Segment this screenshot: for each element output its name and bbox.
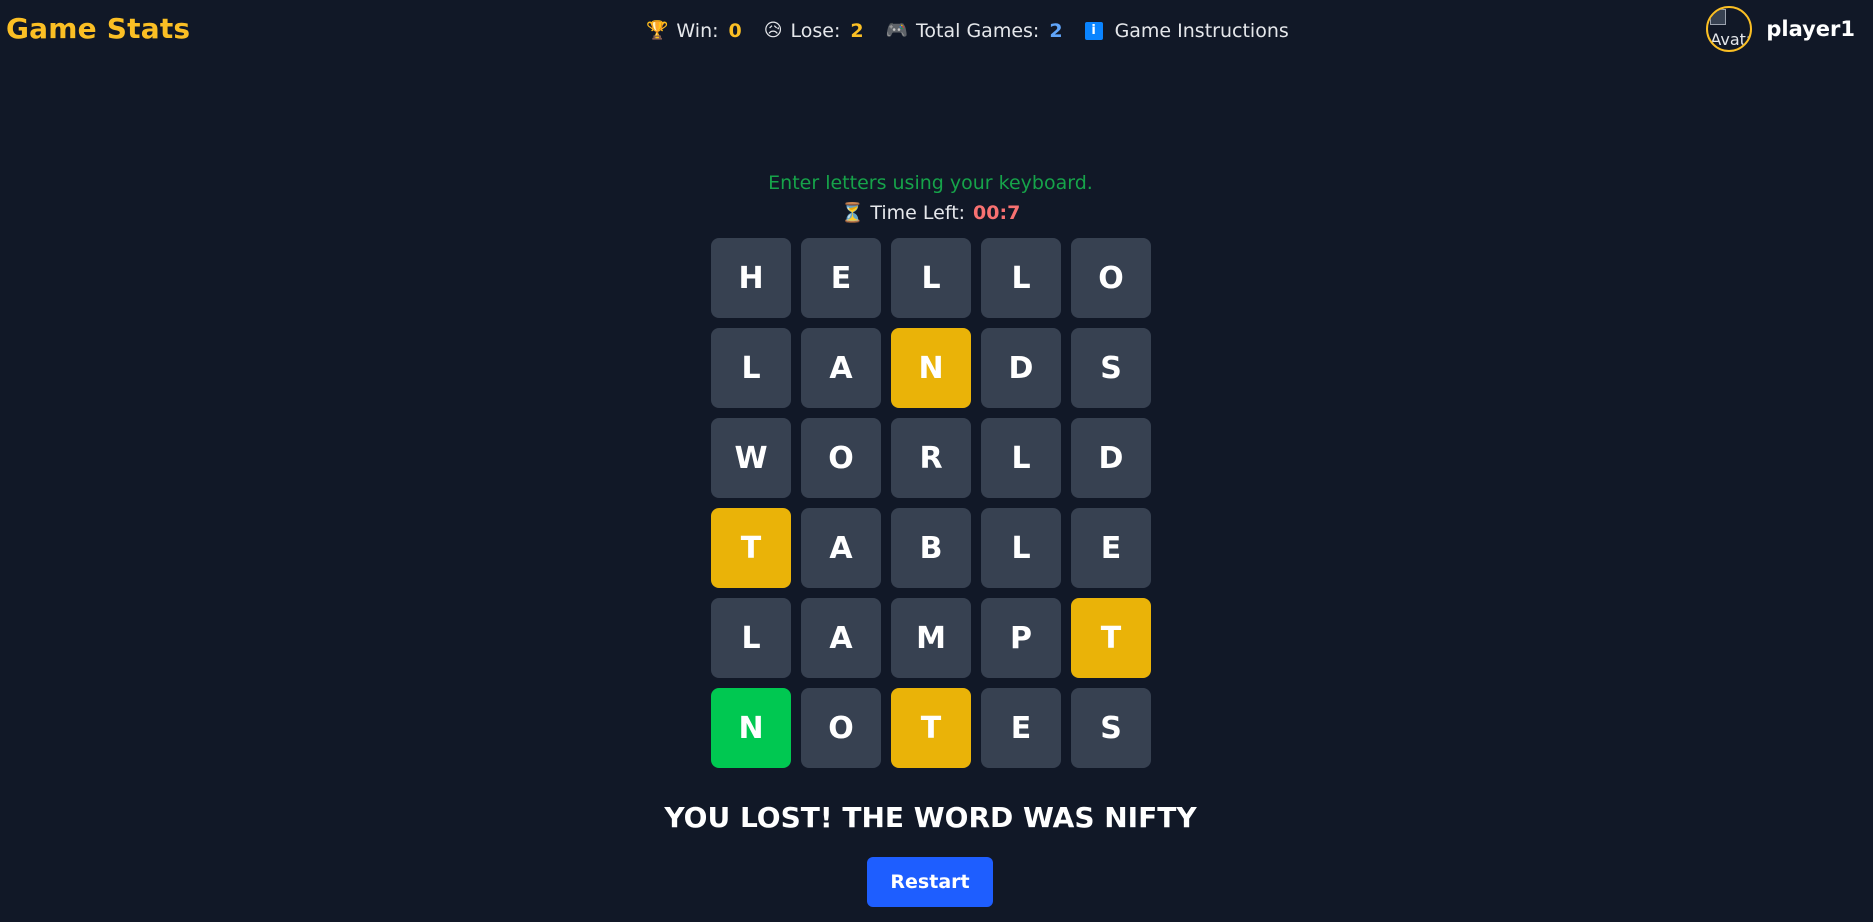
letter-tile: S [1071, 688, 1151, 768]
letter-tile: D [1071, 418, 1151, 498]
total-games-label: Total Games: [916, 20, 1040, 42]
timer: ⏳ Time Left: 00:7 [0, 201, 1861, 224]
letter-tile: A [801, 598, 881, 678]
letter-tile: L [711, 328, 791, 408]
letter-tile: A [801, 328, 881, 408]
win-label: Win: [676, 20, 719, 42]
sad-face-icon: 😥 [763, 20, 783, 41]
letter-tile: S [1071, 328, 1151, 408]
letter-tile: O [1071, 238, 1151, 318]
lose-count: 2 [850, 20, 864, 42]
trophy-icon: 🏆 [646, 20, 669, 41]
letter-tile: T [1071, 598, 1151, 678]
restart-button[interactable]: Restart [867, 857, 993, 907]
letter-tile: L [981, 508, 1061, 588]
top-bar: Game Stats 🏆 Win: 0 😥 Lose: 2 🎮 Total Ga… [0, 0, 1873, 64]
letter-tile: N [891, 328, 971, 408]
letter-tile: O [801, 688, 881, 768]
letter-tile: N [711, 688, 791, 768]
guess-board: HELLOLANDSWORLDTABLELAMPTNOTES [711, 238, 1151, 768]
avatar[interactable]: Avatar [1706, 6, 1753, 52]
letter-tile: L [981, 418, 1061, 498]
letter-tile: B [891, 508, 971, 588]
letter-tile: A [801, 508, 881, 588]
total-games-stat: 🎮 Total Games: 2 [886, 20, 1063, 42]
letter-tile: D [981, 328, 1061, 408]
info-icon: i [1084, 22, 1103, 40]
username: player1 [1766, 17, 1855, 41]
letter-tile: H [711, 238, 791, 318]
letter-tile: R [891, 418, 971, 498]
letter-tile: T [891, 688, 971, 768]
game-instructions-link[interactable]: i Game Instructions [1084, 20, 1289, 42]
timer-label: Time Left: [870, 202, 966, 224]
letter-tile: W [711, 418, 791, 498]
hourglass-icon: ⏳ [840, 202, 865, 224]
letter-tile: P [981, 598, 1061, 678]
user-profile[interactable]: Avatar player1 [1706, 6, 1855, 52]
letter-tile: L [711, 598, 791, 678]
lose-stat: 😥 Lose: 2 [764, 20, 864, 42]
letter-tile: L [981, 238, 1061, 318]
letter-tile: T [711, 508, 791, 588]
brand-title: Game Stats [6, 12, 191, 45]
total-games-count: 2 [1049, 20, 1063, 42]
result-message: YOU LOST! THE WORD WAS NIFTY [664, 801, 1197, 834]
lose-label: Lose: [790, 20, 841, 42]
letter-tile: O [801, 418, 881, 498]
keyboard-hint: Enter letters using your keyboard. [768, 172, 1093, 194]
letter-tile: E [1071, 508, 1151, 588]
timer-value: 00:7 [973, 202, 1021, 224]
avatar-alt-text: Avatar [1710, 30, 1750, 49]
win-stat: 🏆 Win: 0 [646, 20, 742, 42]
letter-tile: M [891, 598, 971, 678]
broken-image-icon [1710, 9, 1727, 25]
game-instructions-label: Game Instructions [1114, 20, 1289, 42]
letter-tile: E [981, 688, 1061, 768]
letter-tile: L [891, 238, 971, 318]
stats-bar: 🏆 Win: 0 😥 Lose: 2 🎮 Total Games: 2 i Ga… [646, 20, 1311, 42]
win-count: 0 [728, 20, 742, 42]
game-controller-icon: 🎮 [885, 20, 909, 41]
letter-tile: E [801, 238, 881, 318]
